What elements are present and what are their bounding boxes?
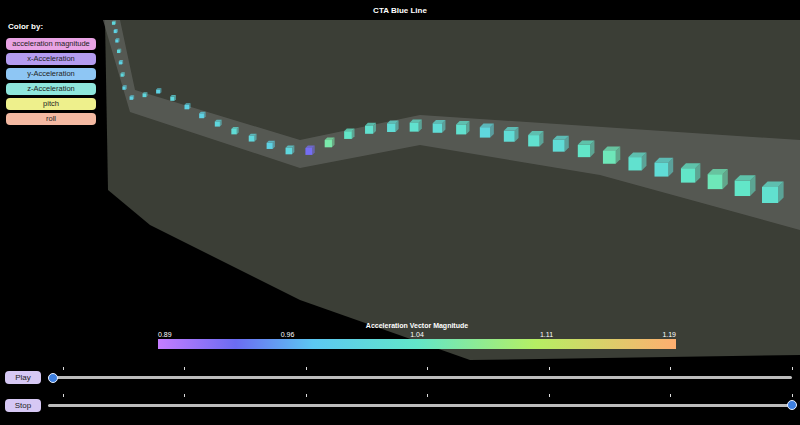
track-cube: [267, 141, 275, 149]
track-cube: [628, 152, 646, 170]
track-cube: [231, 127, 238, 134]
track-cube: [480, 124, 494, 138]
track-cube: [344, 129, 354, 139]
track-cube: [122, 85, 126, 89]
slider-tick: [792, 394, 793, 397]
slider-tick: [549, 367, 550, 370]
colorbar-ticks: 0.89 0.96 1.04 1.11 1.19: [158, 330, 676, 339]
slider-tick: [427, 367, 428, 370]
track-cube: [199, 112, 205, 118]
controls: Play Stop: [0, 360, 800, 425]
track-cube: [654, 158, 673, 177]
slider-tick: [184, 394, 185, 397]
slider-button[interactable]: Stop: [5, 399, 41, 412]
slider[interactable]: [48, 398, 792, 412]
track-cube: [170, 95, 176, 101]
colorbar-tick: 0.96: [281, 330, 295, 339]
track-cube: [115, 38, 119, 42]
slider-track: [48, 404, 792, 407]
track-cube: [121, 72, 125, 76]
track-cube: [143, 92, 148, 97]
slider-tick: [549, 394, 550, 397]
map-stage: Color by: acceleration magnitude x-Acceler…: [0, 20, 800, 360]
slider-tick: [792, 367, 793, 370]
slider-tick: [670, 394, 671, 397]
track-cube: [156, 88, 161, 93]
slider-tick: [306, 394, 307, 397]
track-cube: [528, 131, 543, 146]
slider-tick: [306, 367, 307, 370]
slider-handle[interactable]: [48, 373, 58, 383]
slider-row: Stop: [0, 398, 800, 412]
slider-handle[interactable]: [787, 400, 797, 410]
track-cube: [456, 121, 469, 134]
slider-button[interactable]: Play: [5, 371, 41, 384]
app: CTA Blue Line Color by: acceleration magni…: [0, 0, 800, 425]
color-by-panel: Color by: acceleration magnitude x-Acceler…: [6, 22, 96, 125]
colorbar-tick: 0.89: [158, 330, 172, 339]
track-cube: [112, 21, 116, 25]
track-cube: [305, 146, 314, 155]
track-cube: [117, 49, 121, 53]
track-cube: [603, 146, 620, 163]
satellite-map[interactable]: [0, 20, 800, 360]
color-by-button[interactable]: roll: [6, 113, 96, 125]
track-cube: [553, 136, 569, 152]
track-cube: [387, 120, 399, 132]
track-cube: [681, 163, 700, 182]
slider[interactable]: [48, 371, 792, 385]
slider-tick: [670, 367, 671, 370]
track-cube: [286, 146, 295, 155]
track-cube: [215, 120, 222, 127]
slider-track: [48, 376, 792, 379]
track-cube: [365, 123, 376, 134]
slider-tick: [63, 367, 64, 370]
colorbar: Acceleration Vector Magnitude0.89 0.96 1.0…: [158, 322, 676, 349]
track-cube: [762, 181, 784, 203]
color-by-button[interactable]: y-Acceleration: [6, 68, 96, 80]
color-by-button[interactable]: pitch: [6, 98, 96, 110]
slider-tick: [184, 367, 185, 370]
track-cube: [735, 175, 756, 196]
slider-tick: [427, 394, 428, 397]
slider-tick: [63, 394, 64, 397]
track-cube: [249, 134, 257, 142]
colorbar-tick: 1.11: [540, 330, 553, 339]
track-cube: [130, 95, 135, 100]
track-cube: [184, 103, 190, 109]
track-cube: [325, 137, 335, 147]
colorbar-tick: 1.04: [410, 330, 424, 339]
colorbar-title: Acceleration Vector Magnitude: [158, 322, 676, 330]
slider-row: Play: [0, 371, 800, 385]
color-by-button[interactable]: acceleration magnitude: [6, 38, 96, 50]
track-cube: [708, 169, 728, 189]
colorbar-tick: 1.19: [662, 330, 676, 339]
map-highway: [103, 20, 800, 230]
track-cube: [410, 120, 422, 132]
track-cube: [119, 60, 123, 64]
track-cube: [433, 120, 446, 133]
track-cube: [578, 141, 595, 158]
track-cube: [114, 29, 118, 33]
colorbar-gradient: [158, 339, 676, 349]
color-by-button[interactable]: z-Acceleration: [6, 83, 96, 95]
color-by-button[interactable]: x-Acceleration: [6, 53, 96, 65]
chart-title: CTA Blue Line: [0, 0, 800, 20]
color-by-label: Color by:: [8, 22, 96, 31]
track-cube: [504, 127, 519, 142]
